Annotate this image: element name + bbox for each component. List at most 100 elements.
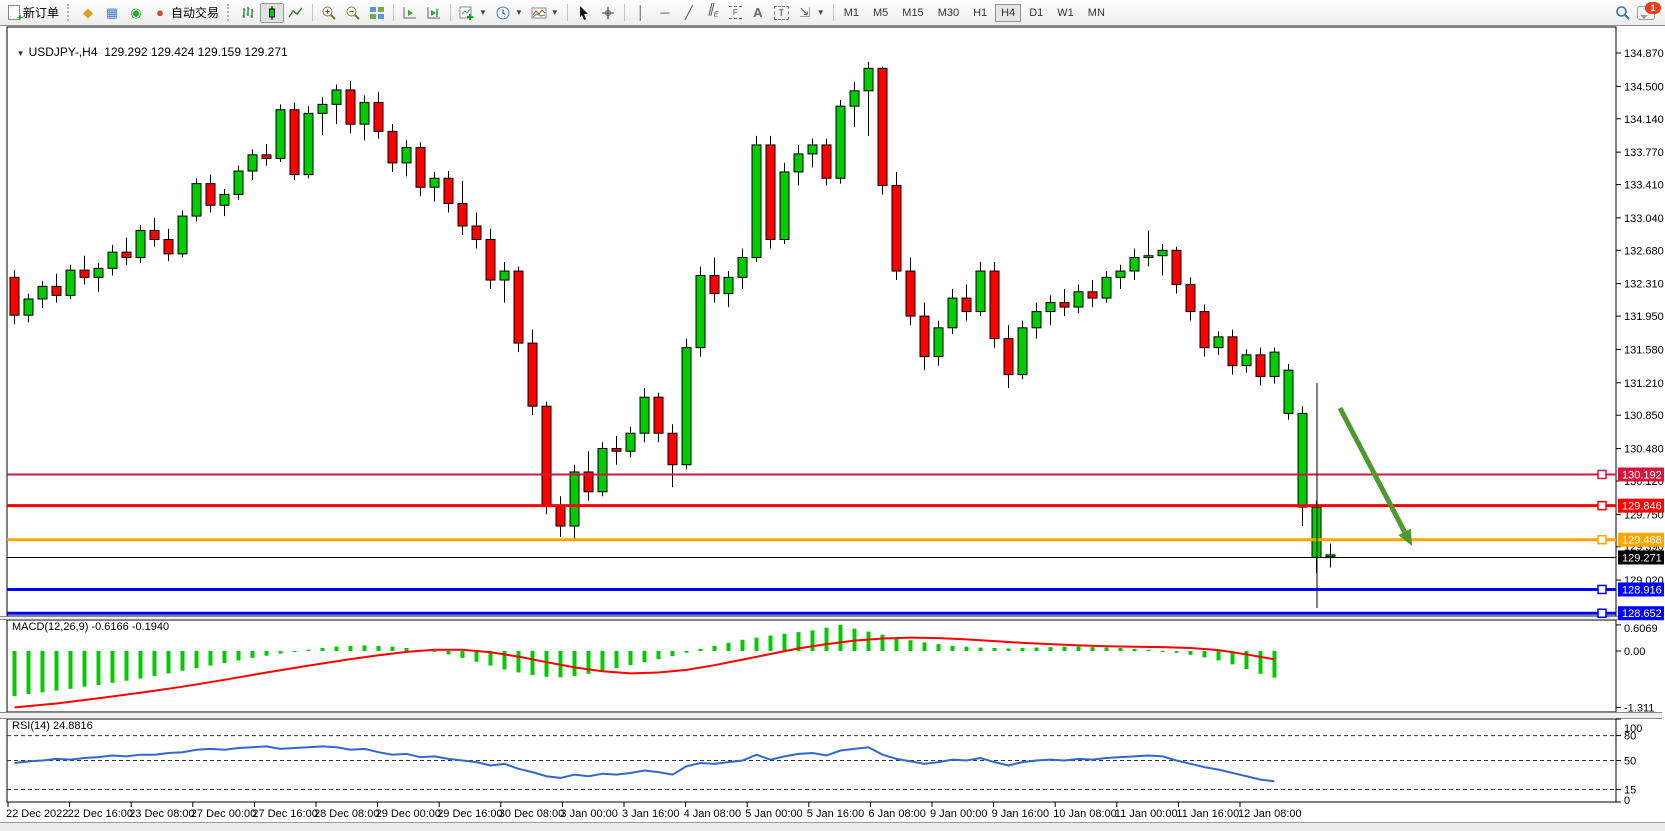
crosshair-tool-button[interactable] xyxy=(596,3,620,23)
candle-body xyxy=(500,271,509,280)
price-tick-label: 129.750 xyxy=(1624,509,1664,521)
candle-body xyxy=(836,106,845,178)
candle-body xyxy=(1130,258,1139,272)
templates-button[interactable]: ▼ xyxy=(527,3,563,23)
horizontal-line-tool-button[interactable]: ─ xyxy=(653,3,677,23)
macd-histogram-bar xyxy=(1105,648,1109,651)
hline-price-flag xyxy=(1618,533,1664,547)
hline-price-flag xyxy=(1618,499,1664,513)
fibonacci-tool-button[interactable]: F xyxy=(725,3,746,23)
candle-body xyxy=(234,171,243,194)
line-chart-button[interactable] xyxy=(284,3,308,23)
hline-handle[interactable] xyxy=(1598,609,1606,617)
timeframe-m5[interactable]: M5 xyxy=(867,4,894,22)
hline-handle[interactable] xyxy=(1598,502,1606,510)
candle-body xyxy=(962,298,971,312)
hline-price-flag-label: 129.271 xyxy=(1622,552,1662,564)
macd-histogram-bar xyxy=(293,651,297,652)
macd-histogram-bar xyxy=(1189,651,1193,655)
gold-button[interactable]: ◆ xyxy=(76,3,100,23)
macd-histogram-bar xyxy=(811,630,815,651)
candle-body xyxy=(864,68,873,91)
candles-chart-button[interactable] xyxy=(260,3,284,23)
clock-icon xyxy=(495,5,511,21)
text-label-tool-button[interactable]: T xyxy=(770,3,793,23)
candle-body xyxy=(150,230,159,239)
timeframe-mn[interactable]: MN xyxy=(1082,4,1111,22)
auto-trading-button[interactable]: ● 自动交易 xyxy=(148,3,223,23)
chart-menu-icon[interactable]: ▼ xyxy=(17,49,25,58)
hline-handle[interactable] xyxy=(1598,536,1606,544)
chart-shift-button[interactable] xyxy=(398,3,422,23)
timeframe-h1[interactable]: H1 xyxy=(967,4,993,22)
price-tick-label: 133.040 xyxy=(1624,213,1664,225)
panel-divider[interactable] xyxy=(0,616,1662,620)
price-tick-label: 131.950 xyxy=(1624,311,1664,323)
text-tool-button[interactable]: A xyxy=(746,3,770,23)
macd-histogram-bar xyxy=(797,632,801,651)
hline-handle[interactable] xyxy=(1598,470,1606,478)
timeframe-h4[interactable]: H4 xyxy=(995,4,1021,22)
candle-body xyxy=(892,185,901,271)
notifications-button[interactable]: 1 xyxy=(1637,6,1655,20)
signal-button[interactable]: ◉ xyxy=(124,3,148,23)
candle-body xyxy=(1144,256,1153,258)
macd-histogram-bar xyxy=(923,642,927,651)
time-axis-label: 3 Jan 00:00 xyxy=(560,808,618,820)
candle-body xyxy=(332,90,341,104)
candle-body xyxy=(948,298,957,328)
candle-body xyxy=(1102,277,1111,298)
hline-price-flag-label: 128.652 xyxy=(1622,608,1662,620)
hline-handle[interactable] xyxy=(1598,585,1606,593)
macd-histogram-bar xyxy=(321,648,325,651)
macd-histogram-bar xyxy=(1245,651,1249,669)
arrows-tool-button[interactable]: ⇲ ▼ xyxy=(793,3,829,23)
auto-scroll-button[interactable] xyxy=(422,3,446,23)
timeframe-w1[interactable]: W1 xyxy=(1051,4,1080,22)
search-icon[interactable] xyxy=(1615,5,1631,21)
timeframe-m1[interactable]: M1 xyxy=(838,4,865,22)
time-axis-label: 6 Jan 08:00 xyxy=(868,808,926,820)
macd-histogram-bar xyxy=(279,651,283,654)
toolbar-separator xyxy=(312,4,313,21)
zoom-out-button[interactable] xyxy=(341,3,365,23)
macd-histogram-bar xyxy=(475,651,479,662)
trend-arrow-head[interactable] xyxy=(1398,529,1412,546)
trendline-tool-button[interactable]: ╱ xyxy=(677,3,701,23)
bars-chart-button[interactable] xyxy=(236,3,260,23)
timeframe-m30[interactable]: M30 xyxy=(932,4,965,22)
candle-body xyxy=(192,184,201,216)
tile-windows-button[interactable] xyxy=(365,3,389,23)
candle-body xyxy=(318,104,327,113)
vertical-line-tool-button[interactable]: │ xyxy=(629,3,653,23)
macd-histogram-bar xyxy=(41,651,45,692)
macd-histogram-bar xyxy=(55,651,59,691)
zoom-in-button[interactable] xyxy=(317,3,341,23)
macd-histogram-bar xyxy=(1063,647,1067,651)
candle-body xyxy=(10,277,19,315)
market-watch-button[interactable]: ▦ xyxy=(100,3,124,23)
macd-histogram-bar xyxy=(1091,647,1095,651)
panel-divider[interactable] xyxy=(0,712,1662,719)
candle-body xyxy=(556,505,565,526)
candle-body xyxy=(1172,250,1181,284)
macd-histogram-bar xyxy=(97,651,101,685)
toolbar-separator xyxy=(833,4,834,21)
channel-tool-button[interactable]: ∥E xyxy=(701,3,725,23)
time-axis-label: 3 Jan 16:00 xyxy=(622,808,680,820)
new-order-button[interactable]: 新订单 xyxy=(4,3,63,23)
cursor-tool-button[interactable] xyxy=(572,3,596,23)
chevron-down-icon: ▼ xyxy=(515,8,523,17)
trend-arrow-shaft[interactable] xyxy=(1340,408,1405,532)
tile-windows-icon xyxy=(369,5,385,21)
candle-body xyxy=(682,348,691,465)
horizontal-line-icon: ─ xyxy=(657,5,673,21)
macd-histogram-bar xyxy=(377,646,381,651)
chevron-down-icon: ▼ xyxy=(551,8,559,17)
candles-chart-icon xyxy=(264,5,280,21)
new-chart-button[interactable]: ▼ xyxy=(455,3,491,23)
timeframe-m15[interactable]: M15 xyxy=(896,4,929,22)
periods-button[interactable]: ▼ xyxy=(491,3,527,23)
candle-body xyxy=(178,216,187,254)
timeframe-d1[interactable]: D1 xyxy=(1023,4,1049,22)
